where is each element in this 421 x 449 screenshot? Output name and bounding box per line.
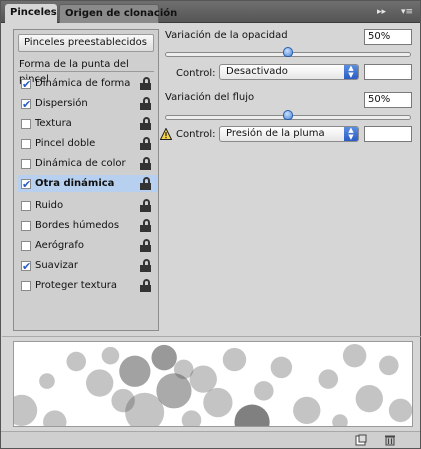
flow-minimum-input[interactable] <box>364 126 412 142</box>
lock-icon[interactable] <box>140 279 152 292</box>
collapse-panel-icon[interactable]: ▸▸ <box>377 6 386 18</box>
trash-icon[interactable] <box>384 434 396 446</box>
list-item-pincel-doble[interactable]: Pincel doble <box>18 135 158 152</box>
panel-tab-bar: Pinceles Origen de clonación ▸▸ ▾≡ <box>1 1 420 23</box>
flow-jitter-input[interactable]: 50% <box>364 92 412 108</box>
flow-control-value: Presión de la pluma <box>226 128 325 139</box>
list-item-label: Dispersión <box>35 98 88 109</box>
list-item-label: Ruido <box>35 200 64 211</box>
tab-pinceles[interactable]: Pinceles <box>5 4 57 23</box>
checkbox[interactable] <box>21 76 31 93</box>
list-item-label: Dinámica de color <box>35 158 126 169</box>
list-item-label: Otra dinámica <box>35 178 115 189</box>
flow-jitter-slider-thumb[interactable] <box>283 110 293 120</box>
opacity-control-select[interactable]: Desactivado ▲ ▼ <box>219 64 359 80</box>
list-item-suavizar[interactable]: Suavizar <box>18 257 158 275</box>
list-item-label: Dinámica de forma <box>35 78 131 89</box>
lock-icon[interactable] <box>140 219 152 232</box>
checkbox[interactable] <box>21 159 31 169</box>
list-item-aerografo[interactable]: Aerógrafo <box>18 237 158 254</box>
list-item-label: Pincel doble <box>35 138 96 149</box>
select-arrows-icon: ▲ ▼ <box>344 127 358 141</box>
checkbox[interactable] <box>21 258 31 275</box>
warning-icon <box>160 128 172 140</box>
new-brush-icon[interactable] <box>355 434 367 446</box>
list-item-label: Textura <box>35 118 72 129</box>
list-item-dinamica-forma[interactable]: Dinámica de forma <box>18 75 158 93</box>
list-item-label: Bordes húmedos <box>35 220 120 231</box>
list-item-otra-dinamica[interactable]: Otra dinámica <box>18 175 158 193</box>
brush-presets-button[interactable]: Pinceles preestablecidos <box>18 34 154 52</box>
lock-icon[interactable] <box>140 259 152 272</box>
list-item-dinamica-color[interactable]: Dinámica de color <box>18 155 158 172</box>
flow-control-select[interactable]: Presión de la pluma ▲ ▼ <box>219 126 359 142</box>
lock-icon[interactable] <box>140 239 152 252</box>
list-item-textura[interactable]: Textura <box>18 115 158 132</box>
lock-icon[interactable] <box>140 157 152 170</box>
checkbox[interactable] <box>21 96 31 113</box>
checkbox[interactable] <box>21 201 31 211</box>
tab-origen-clonacion[interactable]: Origen de clonación <box>59 4 177 23</box>
opacity-jitter-input[interactable]: 50% <box>364 29 412 45</box>
list-item-dispersion[interactable]: Dispersión <box>18 95 158 113</box>
list-item-ruido[interactable]: Ruido <box>18 197 158 214</box>
brush-panel: Pinceles Origen de clonación ▸▸ ▾≡ Pince… <box>0 0 421 449</box>
checkbox[interactable] <box>21 221 31 231</box>
panel-footer <box>1 431 420 448</box>
opacity-minimum-input[interactable] <box>364 64 412 80</box>
list-item-label: Proteger textura <box>35 280 118 291</box>
checkbox[interactable] <box>21 139 31 149</box>
select-arrows-icon: ▲ ▼ <box>344 65 358 79</box>
lock-icon[interactable] <box>140 199 152 212</box>
opacity-jitter-label: Variación de la opacidad <box>165 30 288 41</box>
lock-icon[interactable] <box>140 77 152 90</box>
checkbox[interactable] <box>21 241 31 251</box>
flow-control-label: Control: <box>176 129 216 140</box>
checkbox[interactable] <box>21 119 31 129</box>
opacity-control-value: Desactivado <box>226 66 288 77</box>
brush-stroke-preview <box>13 341 413 427</box>
list-item-proteger-textura[interactable]: Proteger textura <box>18 277 158 294</box>
brush-settings-list: Pinceles preestablecidos Forma de la pun… <box>13 29 159 331</box>
list-item-label: Aerógrafo <box>35 240 85 251</box>
opacity-control-label: Control: <box>176 68 216 79</box>
checkbox[interactable] <box>21 176 31 193</box>
opacity-jitter-slider-thumb[interactable] <box>283 47 293 57</box>
checkbox[interactable] <box>21 281 31 291</box>
lock-icon[interactable] <box>140 137 152 150</box>
lock-icon[interactable] <box>140 97 152 110</box>
lock-icon[interactable] <box>140 117 152 130</box>
divider <box>2 336 421 337</box>
list-item-label: Suavizar <box>35 260 78 271</box>
flow-jitter-label: Variación del flujo <box>165 92 255 103</box>
lock-icon[interactable] <box>140 177 152 190</box>
list-item-bordes-humedos[interactable]: Bordes húmedos <box>18 217 158 234</box>
panel-menu-icon[interactable]: ▾≡ <box>401 6 413 18</box>
brush-tip-shape-item[interactable]: Forma de la punta del pincel <box>18 57 154 85</box>
